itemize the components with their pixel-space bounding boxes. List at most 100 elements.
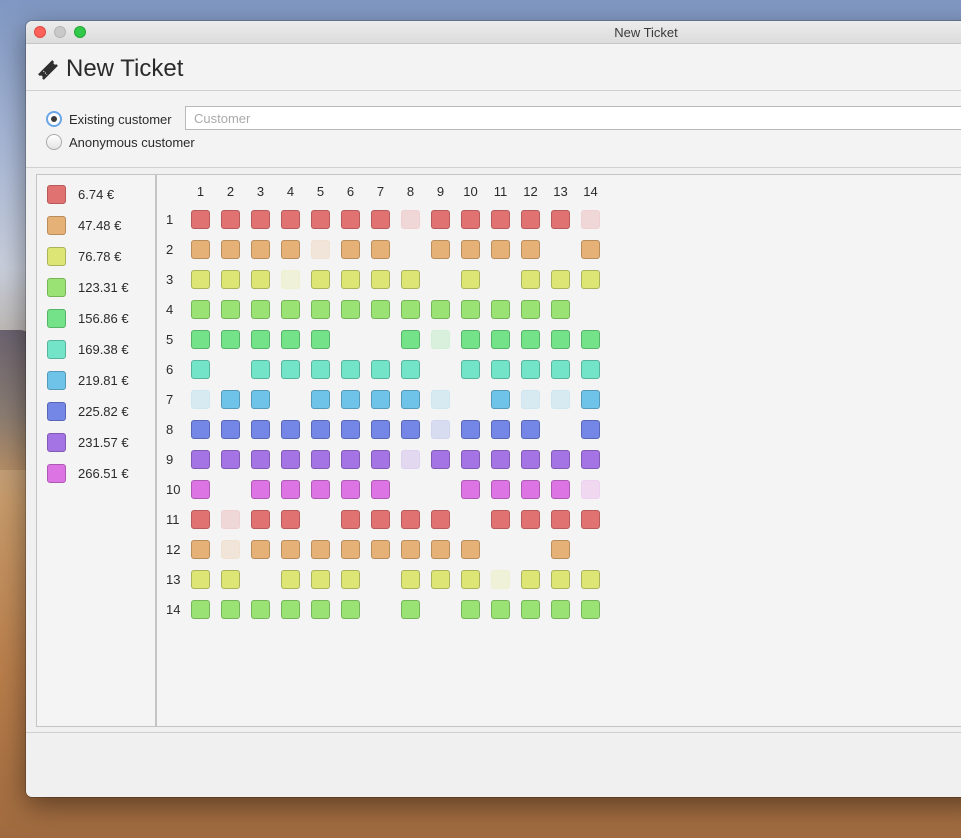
- seat-available[interactable]: [251, 450, 270, 469]
- seat-available[interactable]: [431, 540, 450, 559]
- seat-available[interactable]: [221, 210, 240, 229]
- seat-available[interactable]: [461, 360, 480, 379]
- seat-available[interactable]: [311, 270, 330, 289]
- seat-available[interactable]: [431, 450, 450, 469]
- seat-available[interactable]: [251, 600, 270, 619]
- seat-available[interactable]: [461, 210, 480, 229]
- seat-available[interactable]: [281, 480, 300, 499]
- seat-available[interactable]: [431, 300, 450, 319]
- seat-available[interactable]: [401, 510, 420, 529]
- seat-available[interactable]: [581, 570, 600, 589]
- seat-available[interactable]: [281, 360, 300, 379]
- seat-available[interactable]: [311, 450, 330, 469]
- seat-available[interactable]: [551, 210, 570, 229]
- seat-available[interactable]: [341, 600, 360, 619]
- seat-available[interactable]: [521, 450, 540, 469]
- seat-available[interactable]: [551, 330, 570, 349]
- seat-available[interactable]: [311, 540, 330, 559]
- seat-available[interactable]: [251, 210, 270, 229]
- seat-available[interactable]: [461, 330, 480, 349]
- seat-available[interactable]: [581, 510, 600, 529]
- seat-available[interactable]: [311, 210, 330, 229]
- seat-available[interactable]: [221, 450, 240, 469]
- seat-available[interactable]: [431, 510, 450, 529]
- seat-available[interactable]: [491, 510, 510, 529]
- seat-available[interactable]: [251, 300, 270, 319]
- seat-available[interactable]: [281, 570, 300, 589]
- seat-available[interactable]: [191, 600, 210, 619]
- seat-available[interactable]: [401, 570, 420, 589]
- seat-available[interactable]: [551, 510, 570, 529]
- seat-available[interactable]: [281, 420, 300, 439]
- seat-available[interactable]: [341, 480, 360, 499]
- seat-available[interactable]: [341, 570, 360, 589]
- seat-available[interactable]: [551, 480, 570, 499]
- seat-available[interactable]: [581, 360, 600, 379]
- seat-available[interactable]: [461, 420, 480, 439]
- seat-available[interactable]: [191, 510, 210, 529]
- seat-available[interactable]: [341, 360, 360, 379]
- seat-available[interactable]: [311, 390, 330, 409]
- seat-available[interactable]: [431, 570, 450, 589]
- seat-available[interactable]: [521, 240, 540, 259]
- seat-available[interactable]: [371, 270, 390, 289]
- seat-available[interactable]: [401, 420, 420, 439]
- seat-available[interactable]: [191, 540, 210, 559]
- seat-available[interactable]: [341, 540, 360, 559]
- seat-available[interactable]: [311, 330, 330, 349]
- seat-available[interactable]: [191, 480, 210, 499]
- seat-available[interactable]: [371, 510, 390, 529]
- seat-available[interactable]: [311, 480, 330, 499]
- seat-available[interactable]: [221, 330, 240, 349]
- seat-available[interactable]: [371, 480, 390, 499]
- anonymous-customer-radio[interactable]: [46, 134, 62, 150]
- customer-input[interactable]: [185, 106, 961, 130]
- seat-available[interactable]: [371, 210, 390, 229]
- seat-available[interactable]: [221, 300, 240, 319]
- seat-available[interactable]: [281, 300, 300, 319]
- seat-available[interactable]: [281, 540, 300, 559]
- existing-customer-option[interactable]: Existing customer: [46, 109, 172, 129]
- seat-available[interactable]: [401, 390, 420, 409]
- seat-available[interactable]: [341, 450, 360, 469]
- seat-available[interactable]: [221, 390, 240, 409]
- seat-available[interactable]: [191, 330, 210, 349]
- seat-available[interactable]: [521, 570, 540, 589]
- seat-available[interactable]: [191, 570, 210, 589]
- seat-available[interactable]: [221, 240, 240, 259]
- seat-available[interactable]: [551, 540, 570, 559]
- seat-available[interactable]: [401, 360, 420, 379]
- seat-available[interactable]: [341, 420, 360, 439]
- seat-available[interactable]: [581, 330, 600, 349]
- seat-available[interactable]: [581, 450, 600, 469]
- seat-available[interactable]: [551, 360, 570, 379]
- seat-available[interactable]: [581, 600, 600, 619]
- seat-available[interactable]: [251, 540, 270, 559]
- seat-available[interactable]: [371, 420, 390, 439]
- seat-available[interactable]: [191, 360, 210, 379]
- seat-available[interactable]: [221, 270, 240, 289]
- seat-available[interactable]: [251, 270, 270, 289]
- seat-available[interactable]: [371, 240, 390, 259]
- seat-available[interactable]: [281, 240, 300, 259]
- anonymous-customer-option[interactable]: Anonymous customer: [46, 132, 195, 152]
- seat-available[interactable]: [461, 480, 480, 499]
- seat-available[interactable]: [581, 390, 600, 409]
- seat-available[interactable]: [521, 330, 540, 349]
- seat-available[interactable]: [341, 300, 360, 319]
- seat-available[interactable]: [221, 600, 240, 619]
- seat-available[interactable]: [521, 420, 540, 439]
- seat-available[interactable]: [401, 600, 420, 619]
- seat-available[interactable]: [371, 540, 390, 559]
- seat-available[interactable]: [251, 330, 270, 349]
- seat-available[interactable]: [461, 450, 480, 469]
- seat-available[interactable]: [191, 270, 210, 289]
- seat-available[interactable]: [551, 450, 570, 469]
- seat-available[interactable]: [311, 360, 330, 379]
- seat-available[interactable]: [401, 300, 420, 319]
- seat-available[interactable]: [491, 480, 510, 499]
- seat-available[interactable]: [491, 360, 510, 379]
- seat-available[interactable]: [311, 570, 330, 589]
- seat-available[interactable]: [281, 330, 300, 349]
- seat-available[interactable]: [311, 300, 330, 319]
